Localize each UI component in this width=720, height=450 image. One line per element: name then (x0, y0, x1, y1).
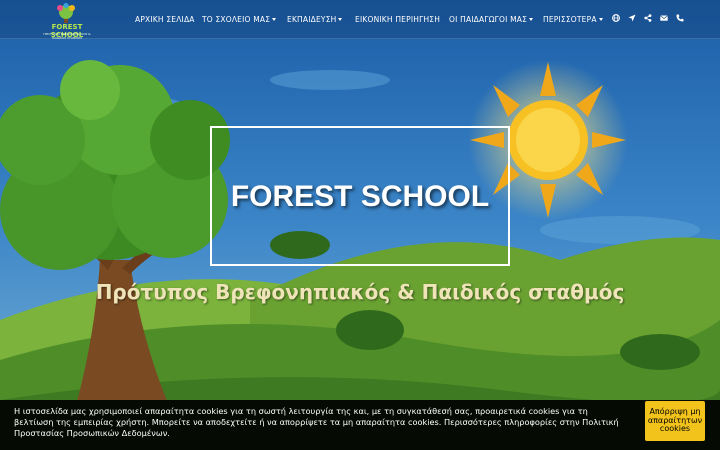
caret-down-icon (338, 17, 343, 21)
nav-item-our-school[interactable]: ΤΟ ΣΧΟΛΕΙΟ ΜΑΣ (202, 0, 277, 38)
reject-cookies-button[interactable]: Απόρριψη μη απαραίτητων cookies (645, 401, 705, 441)
phone-icon[interactable] (676, 14, 684, 23)
share-icon[interactable] (644, 14, 652, 23)
logo-subtext: ΠΡΟΤΥΠΟΣ ΒΡΕΦΟΝΗΠΙΑΚΟΣ & ΠΑΙΔΙΚΟΣ ΣΤΑΘΜΟ… (43, 32, 91, 40)
cookie-banner-text: Η ιστοσελίδα μας χρησιμοποιεί απαραίτητα… (14, 406, 619, 438)
nav-item-label: ΠΕΡΙΣΣΟΤΕΡΑ (543, 14, 597, 24)
caret-down-icon (272, 17, 277, 21)
nav-item-virtual-tour[interactable]: ΕΙΚΟΝΙΚΗ ΠΕΡΙΗΓΗΣΗ (355, 0, 440, 38)
logo[interactable]: FOREST SCHOOL ΠΡΟΤΥΠΟΣ ΒΡΕΦΟΝΗΠΙΑΚΟΣ & Π… (36, 3, 98, 40)
nav-item-more[interactable]: ΠΕΡΙΣΣΟΤΕΡΑ (543, 0, 603, 38)
nav-icon-group (612, 14, 684, 23)
nav-item-label: ΕΙΚΟΝΙΚΗ ΠΕΡΙΗΓΗΣΗ (355, 14, 441, 24)
top-navbar: FOREST SCHOOL ΠΡΟΤΥΠΟΣ ΒΡΕΦΟΝΗΠΙΑΚΟΣ & Π… (0, 0, 720, 40)
nav-item-label: ΟΙ ΠΑΙΔΑΓΩΓΟΙ ΜΑΣ (449, 14, 528, 24)
caret-down-icon (529, 17, 534, 21)
nav-item-education[interactable]: ΕΚΠΑΙΔΕΥΣΗ (287, 0, 343, 38)
hero-title: FOREST SCHOOL (230, 180, 490, 213)
hero-title-frame: FOREST SCHOOL (210, 126, 510, 266)
hero-subtitle: Πρότυπος Βρεφονηπιακός & Παιδικός σταθμό… (95, 280, 625, 304)
nav-item-label: ΑΡΧΙΚΗ ΣΕΛΙΔΑ (135, 14, 195, 24)
nav-item-label: ΕΚΠΑΙΔΕΥΣΗ (287, 14, 337, 24)
caret-down-icon (598, 17, 603, 21)
logo-tree-icon (57, 3, 75, 23)
envelope-icon[interactable] (660, 14, 668, 23)
nav-item-our-educators[interactable]: ΟΙ ΠΑΙΔΑΓΩΓΟΙ ΜΑΣ (449, 0, 534, 38)
location-arrow-icon[interactable] (628, 14, 636, 23)
nav-item-label: ΤΟ ΣΧΟΛΕΙΟ ΜΑΣ (202, 14, 271, 24)
nav-item-home[interactable]: ΑΡΧΙΚΗ ΣΕΛΙΔΑ (135, 0, 195, 38)
globe-icon[interactable] (612, 14, 620, 23)
